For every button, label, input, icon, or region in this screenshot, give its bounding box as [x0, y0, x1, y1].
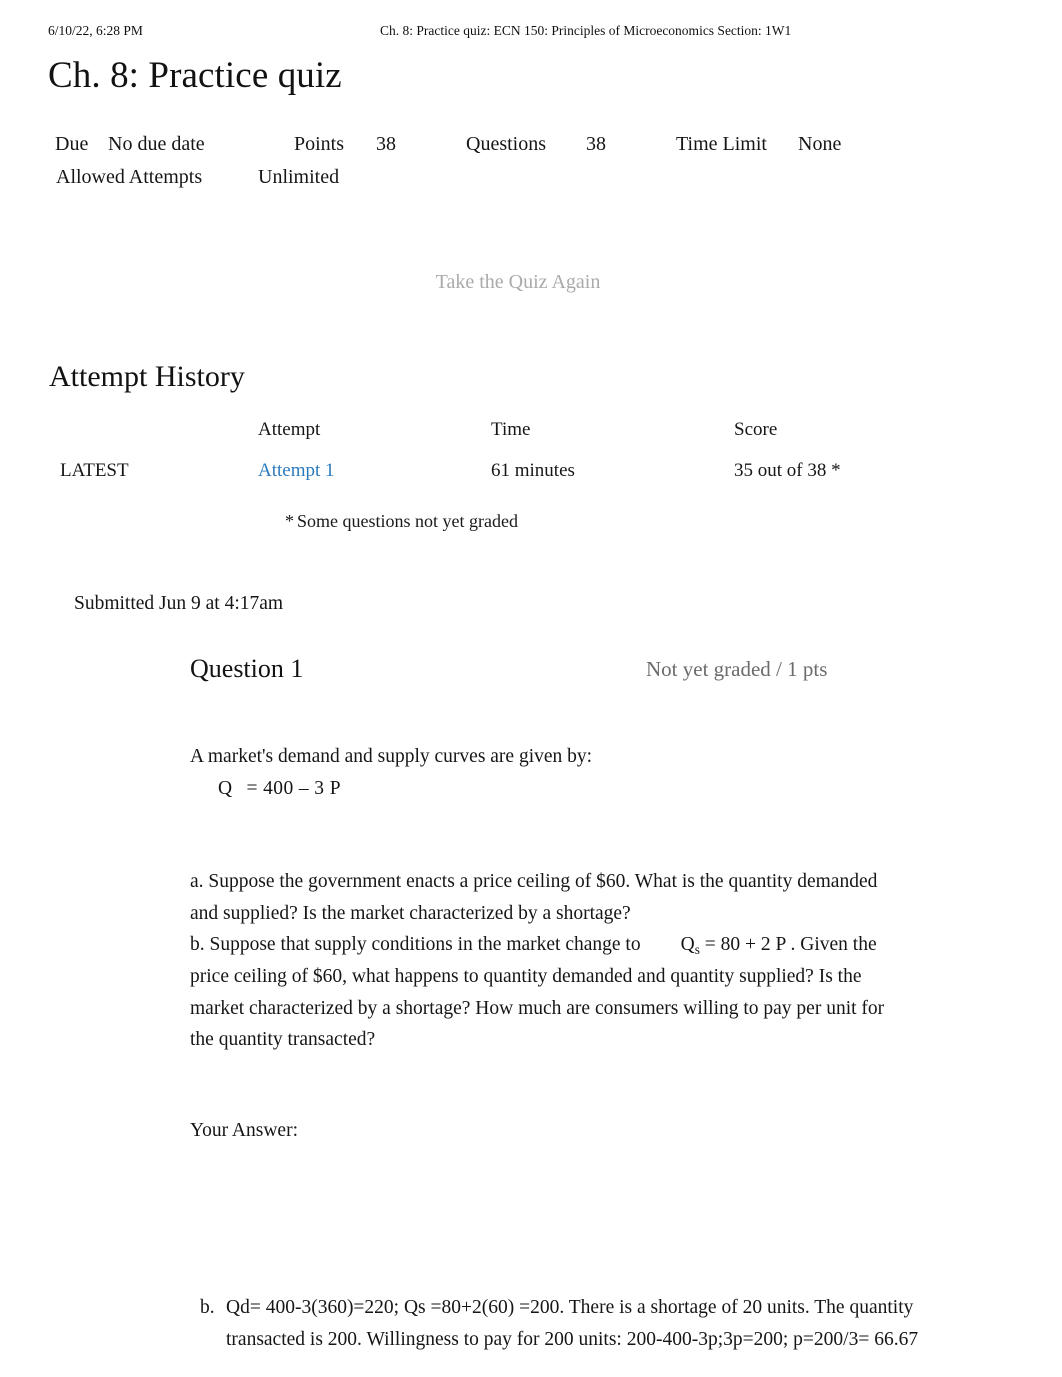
question-part-a: a. Suppose the government enacts a price… [190, 871, 878, 924]
question-points-status: Not yet graded / 1 pts [646, 657, 828, 681]
quiz-meta-row-primary: Due No due date Points 38 Questions 38 T… [0, 128, 1062, 161]
answer-body: Qd= 400-3(360)=220; Qs =80+2(60) =200. T… [226, 1297, 919, 1350]
supply-equation-body: = 80 + 2 P . [704, 934, 796, 956]
quiz-results-page: 6/10/22, 6:28 PM Ch. 8: Practice quiz: E… [0, 0, 1062, 1377]
submitted-timestamp: Submitted Jun 9 at 4:17am [74, 593, 284, 614]
answer-list-marker: b. [200, 1297, 215, 1318]
attempt-score-value: 35 out of 38 * [734, 460, 841, 481]
allowed-attempts-label: Allowed Attempts [56, 166, 203, 188]
points-value: 38 [376, 133, 396, 155]
questions-label: Questions [466, 133, 546, 155]
page-title: Ch. 8: Practice quiz [48, 55, 342, 96]
your-answer-label: Your Answer: [190, 1120, 298, 1141]
attempt-history-table: Attempt Time Score LATEST Attempt 1 61 m… [0, 415, 1062, 486]
table-header-row: Attempt Time Score [0, 415, 1062, 456]
question-prompt-intro: A market's demand and supply curves are … [190, 746, 593, 767]
time-limit-label: Time Limit [676, 133, 767, 155]
question-text: A market's demand and supply curves are … [190, 741, 890, 1056]
footnote-star: * [285, 511, 294, 531]
column-header-attempt: Attempt [258, 419, 321, 440]
print-date: 6/10/22, 6:28 PM [48, 23, 143, 38]
attempt-time-value: 61 minutes [491, 460, 575, 481]
print-header: 6/10/22, 6:28 PM Ch. 8: Practice quiz: E… [0, 21, 1062, 41]
due-label: Due [55, 133, 89, 155]
supply-equation-subscript: s [694, 942, 700, 958]
time-limit-value: None [798, 133, 842, 155]
due-value: No due date [108, 133, 205, 155]
part-b-lead: b. Suppose that supply conditions in the… [190, 934, 641, 956]
allowed-attempts-value: Unlimited [258, 166, 340, 188]
take-quiz-again-button[interactable]: Take the Quiz Again [0, 268, 1036, 296]
column-header-time: Time [491, 419, 531, 440]
demand-equation-variable: Q [218, 777, 233, 799]
list-item: b. Qd= 400-3(360)=220; Qs =80+2(60) =200.… [200, 1292, 920, 1355]
points-label: Points [294, 133, 345, 155]
quiz-meta-details: Due No due date Points 38 Questions 38 T… [0, 128, 1062, 194]
questions-value: 38 [586, 133, 606, 155]
demand-equation: Q = 400 – 3 P [218, 773, 890, 805]
question-header: Question 1 Not yet graded / 1 pts [0, 650, 1062, 690]
table-row: LATEST Attempt 1 61 minutes 35 out of 38… [0, 456, 1062, 486]
demand-equation-body: = 400 – 3 P [246, 777, 341, 799]
print-document-title: Ch. 8: Practice quiz: ECN 150: Principle… [380, 23, 792, 38]
student-answer-text: b. Qd= 400-3(360)=220; Qs =80+2(60) =200.… [200, 1292, 920, 1355]
question-name: Question 1 [190, 654, 304, 683]
supply-equation-variable: Q [680, 934, 695, 956]
column-header-score: Score [734, 419, 778, 440]
attempt-1-link[interactable]: Attempt 1 [258, 460, 335, 481]
attempt-link-cell: Attempt 1 [258, 456, 335, 486]
attempt-kept-badge: LATEST [60, 460, 129, 481]
quiz-meta-row-attempts: Allowed Attempts Unlimited [0, 161, 1062, 194]
grading-footnote: * Some questions not yet graded [285, 509, 518, 534]
question-spacer [190, 804, 890, 866]
question-part-b: b. Suppose that supply conditions in the… [190, 929, 890, 1055]
attempt-history-heading: Attempt History [49, 360, 245, 393]
footnote-text: Some questions not yet graded [297, 511, 518, 531]
